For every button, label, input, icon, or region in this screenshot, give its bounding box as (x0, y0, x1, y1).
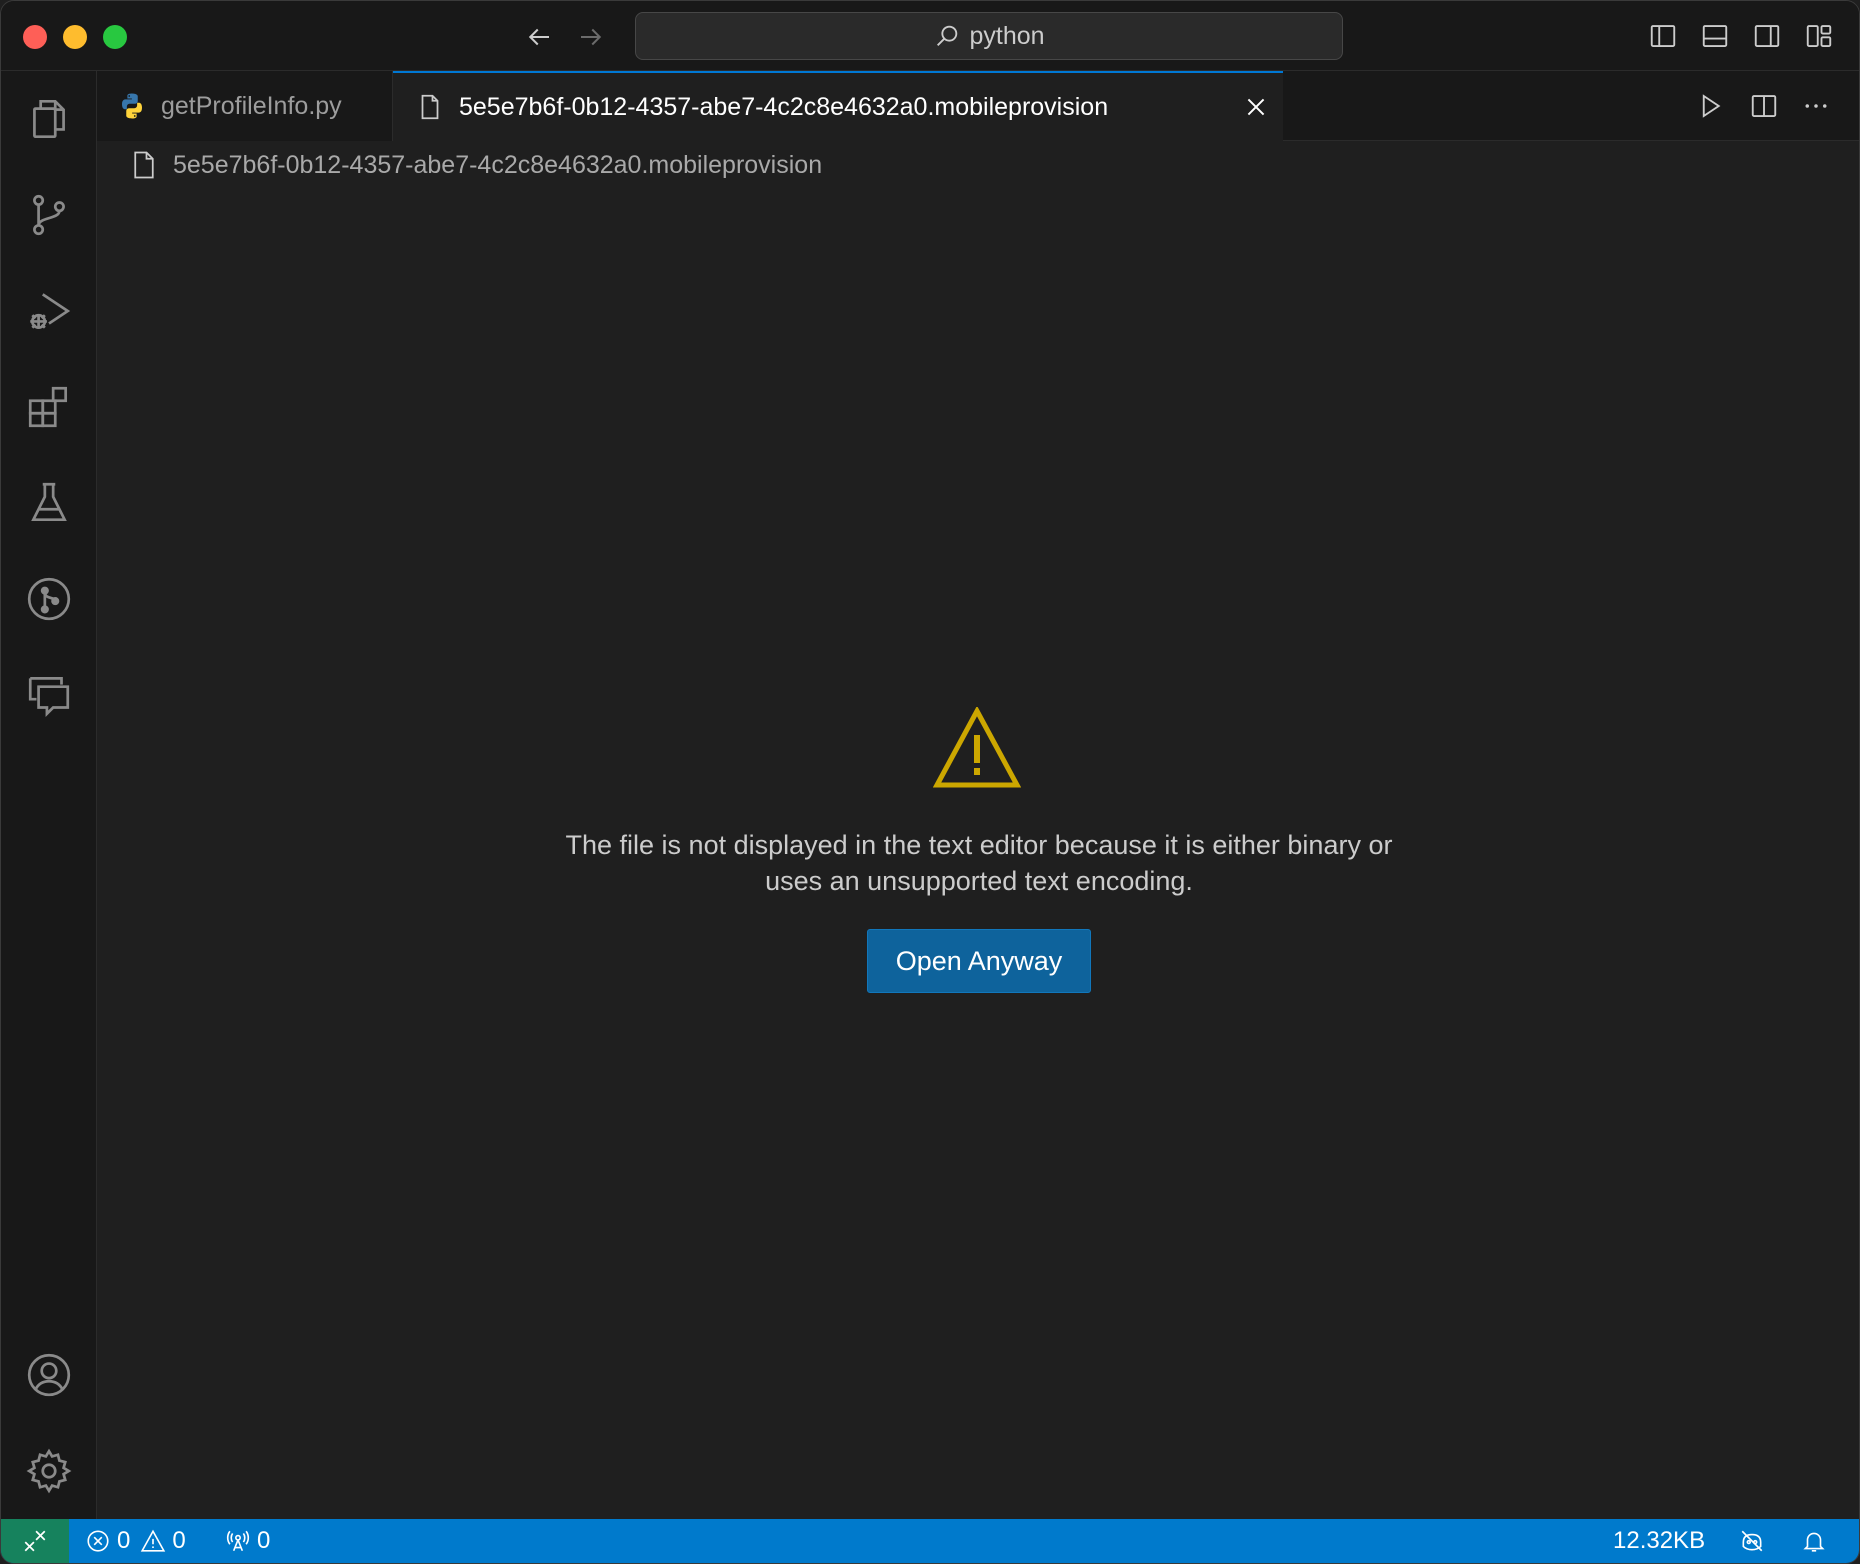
warning-count: 0 (172, 1527, 186, 1554)
tab-mobileprovision[interactable]: 5e5e7b6f-0b12-4357-abe7-4c2c8e4632a0.mob… (393, 71, 1283, 141)
manage-gear-icon[interactable] (1, 1435, 97, 1507)
copilot-status[interactable] (1739, 1519, 1771, 1563)
close-icon[interactable] (1243, 94, 1269, 120)
editor-tab-bar: getProfileInfo.py 5e5e7b6f-0b12-4357-abe… (97, 71, 1859, 141)
maximize-window-button[interactable] (103, 25, 127, 49)
problems-indicator[interactable]: 0 0 (85, 1519, 186, 1563)
warning-icon (933, 707, 1021, 788)
minimize-window-button[interactable] (63, 25, 87, 49)
tab-getprofileinfo[interactable]: getProfileInfo.py (97, 71, 393, 141)
message-line-2: uses an unsupported text encoding. (765, 866, 1193, 896)
run-debug-icon[interactable] (1, 275, 97, 347)
explorer-icon[interactable] (1, 83, 97, 155)
customize-layout-icon[interactable] (1802, 19, 1836, 53)
file-icon (134, 151, 154, 179)
bell-icon (1803, 1532, 1825, 1552)
command-center-search[interactable]: python (635, 12, 1343, 60)
toggle-panel-icon[interactable] (1698, 19, 1732, 53)
activity-bar (1, 71, 97, 1521)
accounts-icon[interactable] (1, 1339, 97, 1411)
vscode-window: python getProfileInfo.py 5e5e7b6f-0b12-4… (0, 0, 1860, 1564)
testing-icon[interactable] (1, 467, 97, 539)
tab-label: 5e5e7b6f-0b12-4357-abe7-4c2c8e4632a0.mob… (459, 92, 1109, 121)
run-file-icon[interactable] (1693, 89, 1727, 123)
file-size-indicator[interactable]: 12.32KB (1613, 1519, 1705, 1563)
extensions-icon[interactable] (1, 371, 97, 443)
broadcast-icon (226, 1530, 250, 1552)
file-size: 12.32KB (1613, 1527, 1706, 1554)
breadcrumb[interactable]: 5e5e7b6f-0b12-4357-abe7-4c2c8e4632a0.mob… (131, 147, 822, 183)
more-actions-icon[interactable] (1799, 89, 1833, 123)
comments-icon[interactable] (1, 659, 97, 731)
message-line-1: The file is not displayed in the text ed… (565, 830, 1393, 860)
close-window-button[interactable] (23, 25, 47, 49)
error-icon (87, 1530, 109, 1552)
toggle-primary-sidebar-icon[interactable] (1646, 19, 1680, 53)
source-control-icon[interactable] (1, 179, 97, 251)
forward-arrow-icon[interactable] (573, 19, 609, 55)
binary-file-message: The file is not displayed in the text ed… (431, 827, 1527, 899)
warning-small-icon (141, 1529, 166, 1552)
status-bar: 0 0 0 12.32KB (1, 1519, 1859, 1563)
remote-icon (24, 1530, 46, 1552)
ports-indicator[interactable]: 0 (225, 1519, 270, 1563)
back-arrow-icon[interactable] (521, 19, 557, 55)
toggle-secondary-sidebar-icon[interactable] (1750, 19, 1784, 53)
copilot-disabled-icon (1741, 1530, 1763, 1552)
split-editor-icon[interactable] (1747, 89, 1781, 123)
title-bar: python (1, 1, 1859, 71)
tab-label: getProfileInfo.py (161, 91, 342, 120)
error-count: 0 (117, 1527, 131, 1554)
remote-indicator[interactable] (1, 1519, 69, 1563)
python-file-icon (122, 93, 142, 119)
file-icon (421, 94, 439, 120)
search-icon (937, 25, 958, 46)
command-center-label: python (969, 21, 1045, 50)
git-graph-icon[interactable] (1, 563, 97, 635)
breadcrumb-file: 5e5e7b6f-0b12-4357-abe7-4c2c8e4632a0.mob… (173, 150, 823, 179)
open-anyway-button[interactable]: Open Anyway (867, 929, 1091, 993)
ports-count: 0 (257, 1527, 271, 1554)
notifications-indicator[interactable] (1801, 1519, 1833, 1563)
